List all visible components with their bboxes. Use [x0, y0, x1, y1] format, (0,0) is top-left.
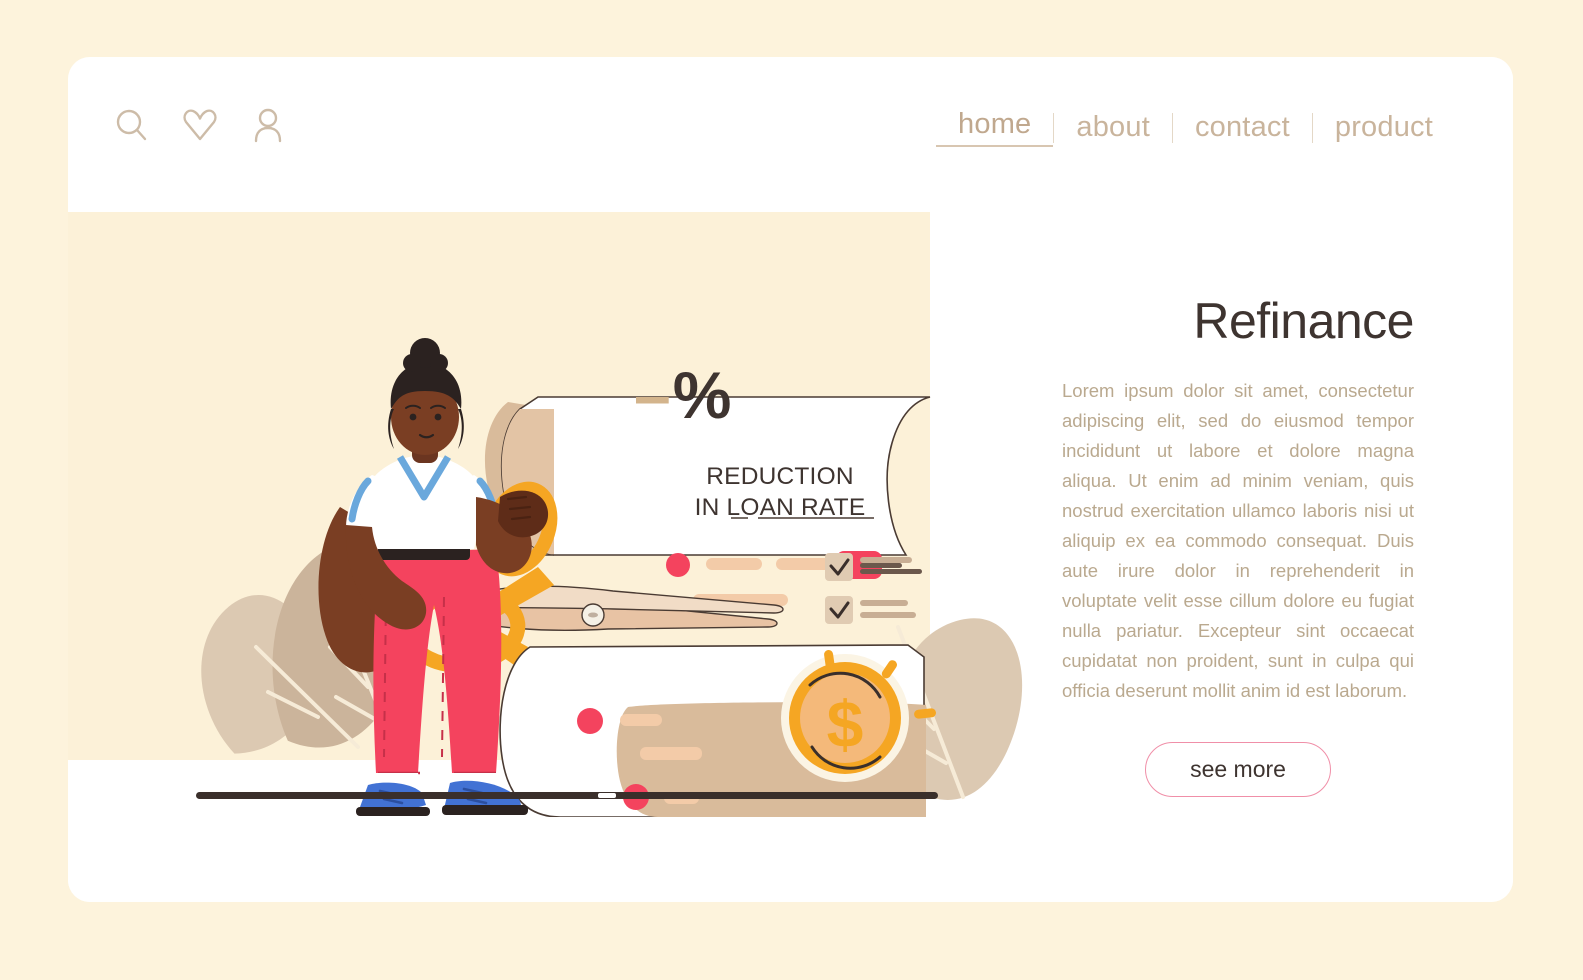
receipt-heading-line1: REDUCTION [706, 463, 854, 490]
landing-page-root: home about contact product $ REDUCTION I… [0, 0, 1583, 980]
checklist [825, 553, 922, 624]
illustration-svg: $ [196, 338, 1023, 818]
ground-line [196, 792, 938, 799]
hero-illustration: $ REDUCTION IN LOAN RATE –% [68, 57, 1068, 818]
page-title: Refinance [1193, 293, 1414, 349]
nav-item-about[interactable]: about [1054, 111, 1172, 144]
content-column: Refinance Lorem ipsum dolor sit amet, co… [1062, 292, 1415, 797]
see-more-button[interactable]: see more [1145, 741, 1331, 797]
coin-dollar-symbol: $ [827, 687, 864, 761]
receipt-heading: REDUCTION IN LOAN RATE [680, 461, 880, 524]
hand-upper [498, 490, 549, 538]
receipt-dot [577, 708, 603, 734]
body-paragraph: Lorem ipsum dolor sit amet, consectetur … [1062, 380, 1414, 701]
percent-reduction-symbol: –% [634, 357, 733, 433]
nav-item-contact[interactable]: contact [1173, 111, 1312, 144]
cta-wrapper: see more [1062, 741, 1414, 797]
minus-sign: – [634, 358, 673, 432]
nav-item-product[interactable]: product [1313, 111, 1455, 144]
checkbox-1 [825, 553, 853, 581]
checkbox-2 [825, 596, 853, 624]
percent-sign: % [672, 358, 734, 432]
receipt-heading-line2: IN LOAN RATE [694, 494, 866, 522]
receipt-dot [666, 553, 690, 577]
